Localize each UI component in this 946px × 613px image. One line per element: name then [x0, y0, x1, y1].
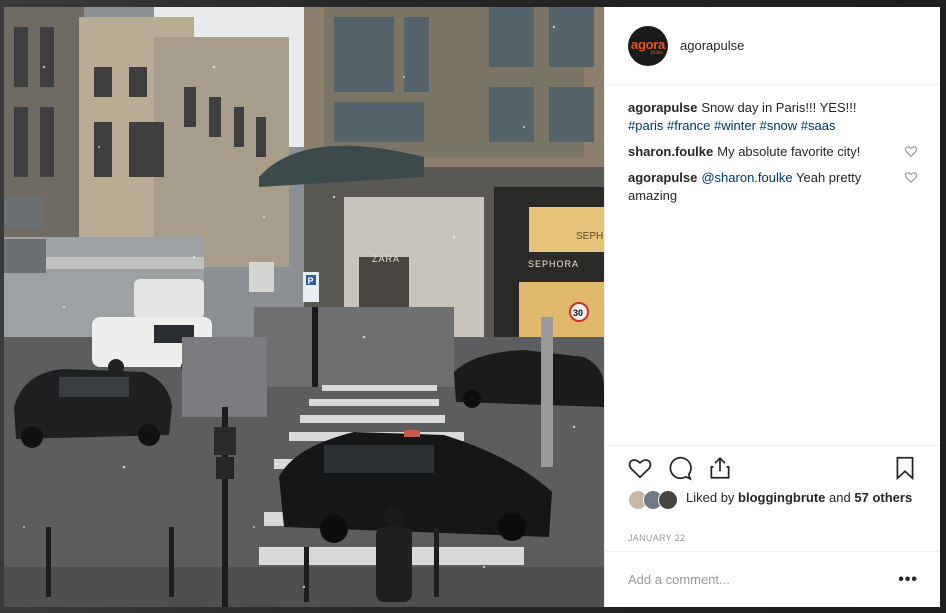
mention-link[interactable]: @sharon.foulke: [701, 170, 792, 185]
avatar[interactable]: agora pulse: [628, 25, 668, 66]
comment-username[interactable]: agorapulse: [628, 170, 697, 185]
likes-others-count[interactable]: 57 others: [854, 490, 912, 505]
sephora-sign: SEPHORA: [528, 259, 579, 269]
post-header: agora pulse agorapulse: [605, 7, 940, 85]
comment-icon[interactable]: [667, 455, 693, 481]
comment-username[interactable]: agorapulse: [628, 100, 697, 115]
sephora-sign-upper: SEPH: [576, 231, 603, 242]
header-username[interactable]: agorapulse: [680, 38, 744, 53]
comment-item: sharon.foulke My absolute favorite city!: [628, 143, 918, 161]
hashtag-link[interactable]: #snow: [760, 118, 798, 133]
post-photo: ZARA SEPHORA SEPH P 30: [4, 7, 604, 607]
likes-summary: Liked by bloggingbrute and 57 others: [628, 489, 936, 510]
post-date[interactable]: JANUARY 22: [628, 533, 685, 543]
comment-item: agorapulse @sharon.foulke Yeah pretty ama…: [628, 169, 918, 205]
comment-username[interactable]: sharon.foulke: [628, 144, 713, 159]
post-sidebar: agora pulse agorapulse agorapulse Snow da…: [604, 7, 940, 607]
speed-limit-sign: 30: [573, 308, 583, 318]
hashtag-link[interactable]: #france: [667, 118, 710, 133]
paris-snow-street-image: ZARA SEPHORA SEPH P 30: [4, 7, 604, 607]
hashtag-link[interactable]: #winter: [714, 118, 756, 133]
add-comment-input[interactable]: [628, 572, 899, 587]
likes-joiner: and: [829, 490, 851, 505]
more-icon[interactable]: •••: [898, 571, 918, 589]
comment-heart-icon[interactable]: [904, 170, 918, 184]
hashtag-link[interactable]: #saas: [801, 118, 836, 133]
bookmark-icon[interactable]: [892, 455, 918, 481]
comment-text: My absolute favorite city!: [717, 144, 861, 159]
parking-sign: P: [308, 276, 314, 286]
post-modal: ZARA SEPHORA SEPH P 30 agora pulse agora…: [4, 7, 940, 607]
hashtag-link[interactable]: #paris: [628, 118, 663, 133]
likes-text: Liked by bloggingbrute and 57 others: [686, 489, 936, 510]
likes-prefix: Liked by: [686, 490, 735, 505]
heart-icon[interactable]: [627, 455, 653, 481]
action-bar: [605, 445, 940, 489]
add-comment-bar: •••: [605, 551, 940, 607]
caption-comment: agorapulse Snow day in Paris!!! YES!!! #p…: [628, 99, 918, 135]
zara-sign: ZARA: [372, 254, 400, 264]
share-icon[interactable]: [707, 455, 733, 481]
comment-heart-icon[interactable]: [904, 144, 918, 158]
likes-first-user[interactable]: bloggingbrute: [738, 490, 825, 505]
avatar[interactable]: [658, 490, 678, 510]
comment-text: Snow day in Paris!!! YES!!!: [701, 100, 857, 115]
comments-list: agorapulse Snow day in Paris!!! YES!!! #p…: [605, 85, 940, 205]
avatar-logo-subtext: pulse: [651, 49, 663, 56]
liker-avatars: [628, 490, 678, 510]
